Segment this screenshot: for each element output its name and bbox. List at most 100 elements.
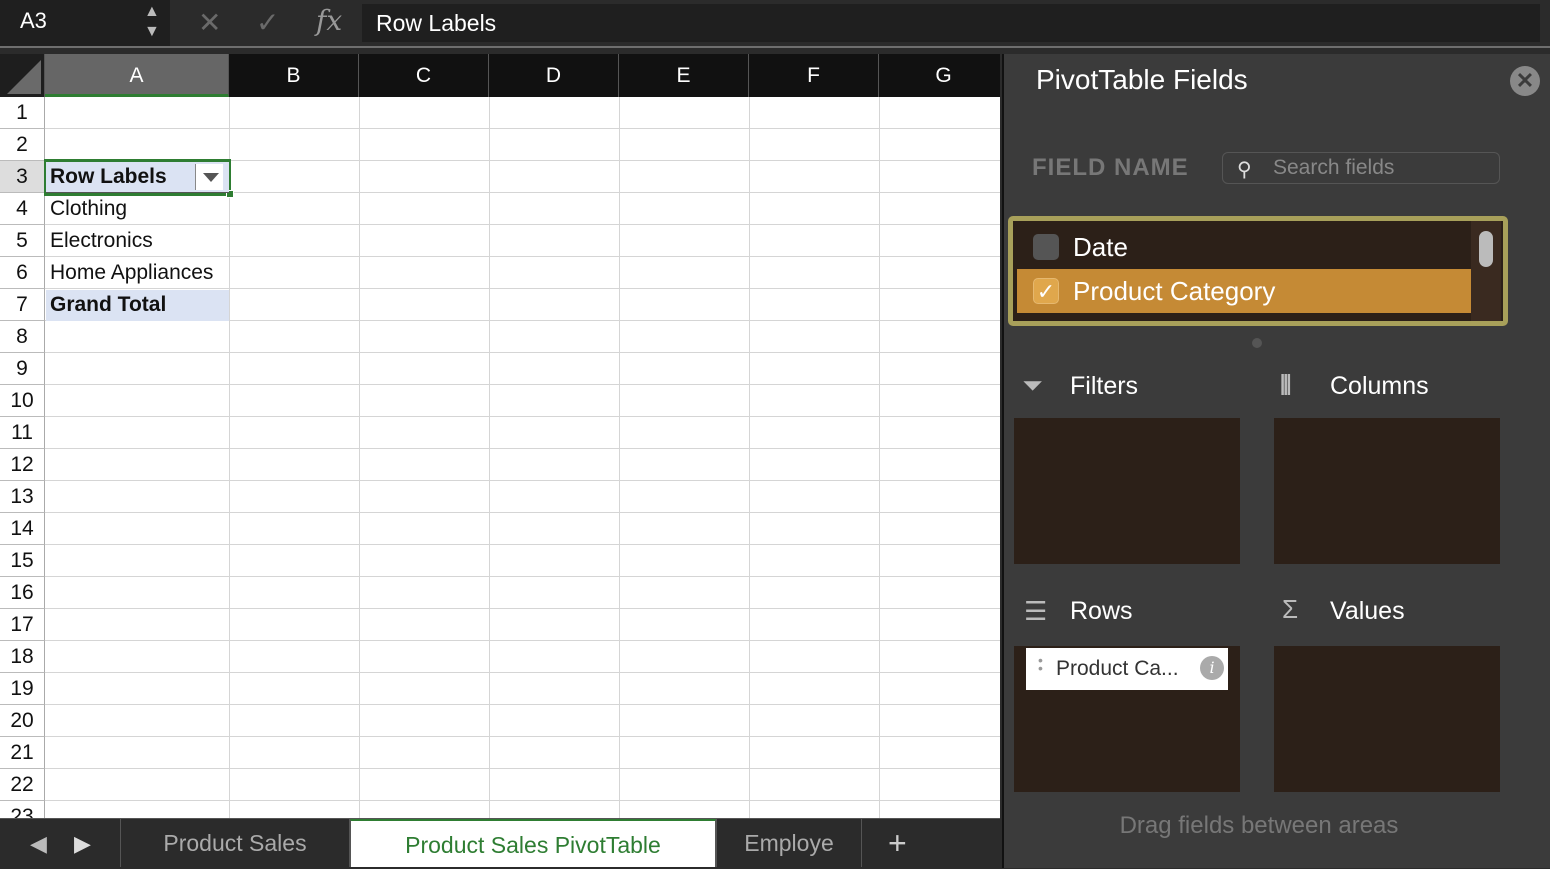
column-header-a[interactable]: A (45, 54, 229, 97)
row-header-3[interactable]: 3 (0, 161, 45, 193)
gridline (45, 608, 1000, 609)
gridline (45, 544, 1000, 545)
next-sheet-icon[interactable]: ▶ (74, 831, 91, 857)
sigma-icon: Σ (1282, 594, 1299, 624)
field-label: Product Category (1073, 276, 1276, 306)
sheet-tab-bar: ◀ ▶ Product Sales Product Sales PivotTab… (0, 818, 1000, 868)
gridline (619, 97, 620, 818)
formula-input[interactable]: Row Labels (362, 4, 1540, 42)
gridline (45, 480, 1000, 481)
panel-title: PivotTable Fields (1036, 64, 1248, 95)
rows-drop-zone[interactable]: • • Product Ca... i (1014, 646, 1240, 792)
pivot-item-cell[interactable]: Electronics (46, 226, 229, 257)
add-sheet-icon[interactable]: + (888, 825, 907, 862)
row-header-12[interactable]: 12 (0, 449, 45, 481)
close-icon[interactable]: ✕ (1510, 66, 1540, 96)
row-header-15[interactable]: 15 (0, 545, 45, 577)
row-header-20[interactable]: 20 (0, 705, 45, 737)
values-area-label: Values (1330, 597, 1405, 625)
name-box[interactable]: A3 ▲ ▼ (0, 0, 170, 46)
search-icon: ⚲ (1237, 159, 1252, 181)
tab-product-sales[interactable]: Product Sales (120, 819, 350, 867)
info-icon[interactable]: i (1200, 656, 1224, 680)
column-header-b[interactable]: B (229, 54, 359, 97)
row-labels-filter-dropdown-icon[interactable] (195, 164, 223, 190)
row-header-23[interactable]: 23 (0, 801, 45, 818)
row-header-1[interactable]: 1 (0, 97, 45, 129)
gridline (45, 512, 1000, 513)
pivot-item-cell[interactable]: Clothing (46, 194, 229, 225)
row-header-2[interactable]: 2 (0, 129, 45, 161)
select-all-corner[interactable] (0, 54, 45, 97)
row-header-6[interactable]: 6 (0, 257, 45, 289)
field-item-product-category[interactable]: ✓ Product Category (1017, 269, 1471, 313)
cancel-icon[interactable]: ✕ (198, 6, 221, 39)
confirm-icon[interactable]: ✓ (256, 6, 279, 39)
rows-area-label: Rows (1070, 597, 1133, 625)
row-header-17[interactable]: 17 (0, 609, 45, 641)
scrollbar-thumb[interactable] (1479, 231, 1493, 267)
drag-grip-icon[interactable]: • • (1038, 653, 1043, 675)
column-header-g[interactable]: G (879, 54, 1000, 97)
splitter-handle[interactable] (1252, 338, 1262, 348)
row-header-9[interactable]: 9 (0, 353, 45, 385)
rows-icon: ☰ (1024, 596, 1048, 626)
gridline (45, 128, 1000, 129)
pivot-row-labels-cell[interactable]: Row Labels (46, 162, 229, 193)
row-header-22[interactable]: 22 (0, 769, 45, 801)
filters-drop-zone[interactable] (1014, 418, 1240, 564)
pivot-item-cell[interactable]: Home Appliances (46, 258, 229, 289)
pivot-header-text: Row Labels (50, 165, 167, 188)
search-placeholder: Search fields (1273, 156, 1395, 179)
gridline (45, 800, 1000, 801)
gridline (489, 97, 490, 818)
row-header-14[interactable]: 14 (0, 513, 45, 545)
row-header-18[interactable]: 18 (0, 641, 45, 673)
pivot-grand-total-cell[interactable]: Grand Total (46, 290, 229, 321)
prev-sheet-icon[interactable]: ◀ (30, 831, 47, 857)
field-list: Date ✓ Product Category (1008, 216, 1508, 326)
formula-bar: A3 ▲ ▼ ✕ ✓ fx Row Labels (0, 0, 1550, 48)
row-header-19[interactable]: 19 (0, 673, 45, 705)
gridline (45, 416, 1000, 417)
gridline (359, 97, 360, 818)
field-label: Date (1073, 232, 1128, 262)
name-box-value[interactable]: A3 (20, 8, 47, 33)
spreadsheet-grid[interactable]: A B C D E F G 1 2 3 4 5 6 7 8 9 10 11 12 13 14 15 16 17 18 19 20 21… (0, 54, 1000, 818)
gridline (749, 97, 750, 818)
row-header-7[interactable]: 7 (0, 289, 45, 321)
gridline (45, 384, 1000, 385)
function-icon[interactable]: fx (316, 4, 342, 37)
row-header-4[interactable]: 4 (0, 193, 45, 225)
pivottable-fields-panel: PivotTable Fields ✕ FIELD NAME ⚲ Search … (1002, 54, 1550, 868)
gridline (45, 704, 1000, 705)
columns-drop-zone[interactable] (1274, 418, 1500, 564)
values-drop-zone[interactable] (1274, 646, 1500, 792)
field-item-date[interactable]: Date (1017, 225, 1471, 269)
column-header-f[interactable]: F (749, 54, 879, 97)
column-header-e[interactable]: E (619, 54, 749, 97)
gridline (45, 672, 1000, 673)
row-header-16[interactable]: 16 (0, 577, 45, 609)
row-header-11[interactable]: 11 (0, 417, 45, 449)
search-fields-input[interactable]: ⚲ Search fields (1222, 152, 1500, 184)
row-header-10[interactable]: 10 (0, 385, 45, 417)
field-list-scrollbar[interactable] (1471, 221, 1501, 321)
column-header-c[interactable]: C (359, 54, 489, 97)
column-header-d[interactable]: D (489, 54, 619, 97)
row-header-21[interactable]: 21 (0, 737, 45, 769)
row-header-13[interactable]: 13 (0, 481, 45, 513)
rows-field-pill[interactable]: • • Product Ca... i (1026, 648, 1228, 690)
gridline (45, 448, 1000, 449)
row-header-8[interactable]: 8 (0, 321, 45, 353)
tab-product-sales-pivottable[interactable]: Product Sales PivotTable (350, 819, 716, 867)
checkbox-product-category[interactable]: ✓ (1033, 278, 1059, 304)
name-box-stepper-icon[interactable]: ▲ ▼ (144, 2, 160, 42)
gridline (45, 640, 1000, 641)
checkbox-date[interactable] (1033, 234, 1059, 260)
tab-employee[interactable]: Employe (716, 819, 862, 867)
filter-icon: ⏷ (1022, 370, 1043, 400)
gridline (45, 352, 1000, 353)
row-header-5[interactable]: 5 (0, 225, 45, 257)
gridline (879, 97, 880, 818)
